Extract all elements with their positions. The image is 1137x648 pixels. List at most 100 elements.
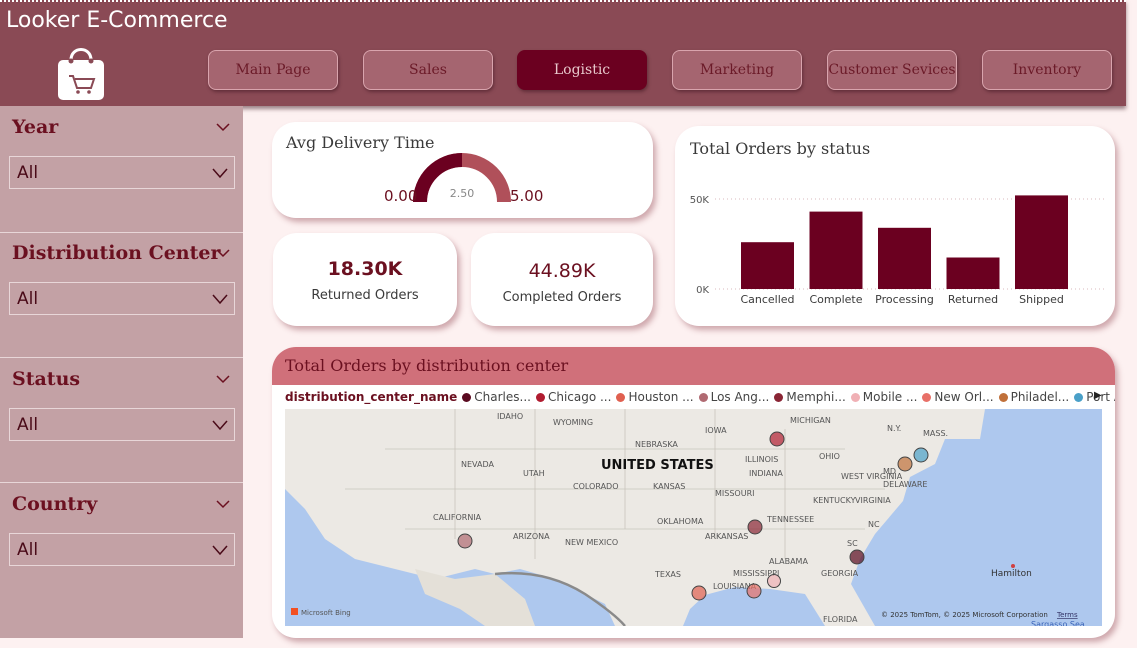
- divider: [0, 482, 243, 483]
- returned-orders-value: 18.30K: [327, 258, 403, 280]
- bar-processing[interactable]: [878, 227, 931, 289]
- map-bubble[interactable]: [849, 549, 865, 565]
- place-label: WYOMING: [553, 418, 593, 427]
- place-label: OHIO: [819, 452, 840, 461]
- shopping-bag-logo-icon: [58, 48, 104, 100]
- chevron-down-icon[interactable]: [216, 499, 230, 509]
- place-label: VIRGINIA: [855, 496, 891, 505]
- completed-orders-label: Completed Orders: [502, 290, 622, 305]
- legend-label: Charles...: [474, 390, 531, 404]
- gauge-min-label: 0.00: [384, 187, 418, 205]
- map-attribution: © 2025 TomTom, © 2025 Microsoft Corporat…: [881, 611, 1048, 619]
- legend-label: New Orl...: [934, 390, 994, 404]
- completed-orders-value: 44.89K: [528, 260, 596, 282]
- bar-complete[interactable]: [809, 211, 863, 289]
- filter-sidebar: Year All Distribution Center All Status …: [0, 106, 243, 638]
- chevron-down-icon[interactable]: [216, 122, 230, 132]
- place-label: NEVADA: [461, 460, 494, 469]
- chevron-down-icon[interactable]: [216, 248, 230, 258]
- place-label: MISSOURI: [715, 489, 755, 498]
- place-label: N.Y.: [887, 424, 901, 433]
- place-label: TEXAS: [654, 570, 681, 579]
- map-bubble[interactable]: [769, 431, 785, 447]
- legend-next-arrow-icon[interactable]: ▶: [1094, 390, 1102, 401]
- legend-item[interactable]: Memphi...: [774, 390, 846, 404]
- app-title: Looker E-Commerce: [6, 8, 228, 33]
- place-label: MD: [883, 467, 896, 476]
- map-title: Total Orders by distribution center: [285, 356, 569, 375]
- map-bubble[interactable]: [691, 585, 707, 601]
- status-dropdown[interactable]: All: [9, 408, 235, 441]
- place-label: OKLAHOMA: [657, 517, 704, 526]
- legend-dot: [616, 392, 626, 402]
- legend-label: Los Ang...: [710, 390, 770, 404]
- place-label: TENNESSEE: [766, 515, 814, 524]
- country-label: UNITED STATES: [601, 458, 714, 473]
- map-card: Total Orders by distribution center dist…: [272, 347, 1115, 638]
- bar-returned[interactable]: [946, 257, 1000, 290]
- nav-inventory-button[interactable]: Inventory: [982, 50, 1112, 90]
- legend-item[interactable]: Charles...: [462, 390, 531, 404]
- legend-item[interactable]: Mobile ...: [850, 390, 918, 404]
- legend-item[interactable]: New Orl...: [922, 390, 994, 404]
- returned-orders-label: Returned Orders: [311, 288, 419, 303]
- year-dropdown[interactable]: All: [9, 156, 235, 189]
- map-bubble[interactable]: [457, 533, 473, 549]
- place-label: MICHIGAN: [790, 416, 831, 425]
- distribution-center-dropdown[interactable]: All: [9, 282, 235, 315]
- legend-key: distribution_center_name: [285, 390, 458, 404]
- bar-cancelled[interactable]: [741, 242, 794, 289]
- bing-logo-icon: [291, 608, 298, 615]
- legend-item[interactable]: Houston ...: [616, 390, 694, 404]
- y-tick-label: 50K: [690, 195, 710, 206]
- place-label: ALABAMA: [769, 557, 808, 566]
- map-bubble[interactable]: [767, 574, 781, 588]
- chevron-down-icon: [212, 294, 228, 305]
- nav-logistic-button[interactable]: Logistic: [517, 50, 647, 90]
- avg-delivery-time-card: Avg Delivery Time 2.50 0.00 5.00: [272, 122, 653, 218]
- legend-item[interactable]: Chicago ...: [535, 390, 611, 404]
- map-bubble[interactable]: [746, 583, 762, 599]
- place-label: NC: [868, 520, 880, 529]
- bar-shipped[interactable]: [1015, 195, 1068, 289]
- nav-sales-button[interactable]: Sales: [363, 50, 493, 90]
- map-bubble[interactable]: [747, 519, 763, 535]
- gauge-value-label: 2.50: [450, 187, 475, 200]
- us-map[interactable]: IDAHO WYOMING NEBRASKA IOWA MICHIGAN N.Y. MASS…: [285, 409, 1102, 626]
- place-label: IOWA: [705, 426, 727, 435]
- map-legend: distribution_center_name Charles... Chica…: [285, 388, 1115, 406]
- map-terms-link[interactable]: Terms: [1056, 611, 1078, 619]
- filter-year-label: Year: [12, 116, 59, 138]
- legend-label: Philadel...: [1010, 390, 1070, 404]
- country-dropdown[interactable]: All: [9, 533, 235, 566]
- distribution-center-dropdown-value: All: [17, 289, 39, 309]
- hamilton-marker: [1011, 564, 1015, 568]
- legend-label: Mobile ...: [862, 390, 918, 404]
- nav-main-page-button[interactable]: Main Page: [208, 50, 338, 90]
- legend-dot: [998, 392, 1008, 402]
- legend-dot: [774, 392, 784, 402]
- map-bubble[interactable]: [913, 447, 929, 463]
- legend-item[interactable]: Philadel...: [998, 390, 1070, 404]
- place-label: NEBRASKA: [635, 440, 678, 449]
- chevron-down-icon: [212, 545, 228, 556]
- map-bubble[interactable]: [897, 456, 913, 472]
- country-dropdown-value: All: [17, 540, 39, 560]
- nav-marketing-button[interactable]: Marketing: [672, 50, 802, 90]
- legend-items: Charles... Chicago ... Houston ... Los Ang.…: [462, 390, 1115, 404]
- chevron-down-icon[interactable]: [216, 374, 230, 384]
- place-label: Sargasso Sea: [1031, 620, 1085, 626]
- nav-customer-services-button[interactable]: Customer Sevices: [827, 50, 957, 90]
- year-dropdown-value: All: [17, 163, 39, 183]
- map-header: Total Orders by distribution center: [272, 347, 1115, 385]
- place-label: CALIFORNIA: [433, 513, 482, 522]
- legend-dot: [1074, 392, 1084, 402]
- place-label: SC: [847, 539, 858, 548]
- legend-item[interactable]: Los Ang...: [698, 390, 770, 404]
- place-label: ARKANSAS: [705, 532, 748, 541]
- legend-dot: [850, 392, 860, 402]
- chevron-down-icon: [212, 420, 228, 431]
- place-label: DELAWARE: [883, 480, 927, 489]
- place-label: NEW MEXICO: [565, 538, 618, 547]
- top-header: Looker E-Commerce Main Page Sales Logist…: [0, 0, 1126, 106]
